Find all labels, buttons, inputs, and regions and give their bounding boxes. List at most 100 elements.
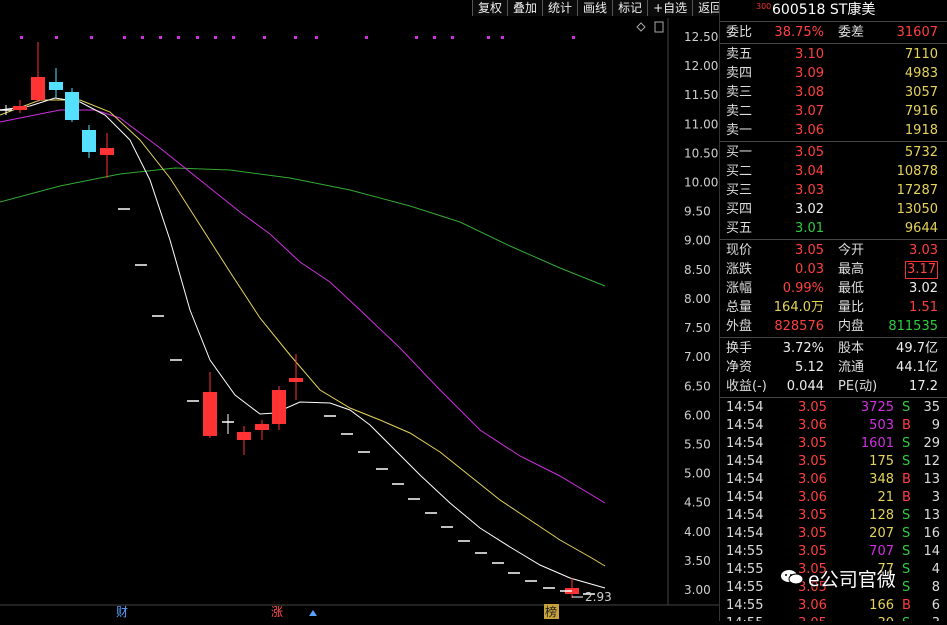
top-dot-marker [141,36,144,39]
toolbar-tongji-button[interactable]: 统计 [542,0,578,16]
y-tick-label: 9.00 [684,234,711,248]
bid-price: 3.01 [795,221,824,236]
y-tick-label: 5.00 [684,467,711,481]
bid-price: 3.02 [795,202,824,217]
quote-value: 3.03 [909,243,938,258]
ask-volume: 4983 [904,66,938,81]
tick-time: 14:55 [726,615,763,621]
toolbar-diejia-button[interactable]: 叠加 [507,0,543,16]
fundamental-label: 换手 [726,341,753,356]
tick-price: 3.05 [798,544,827,559]
fundamental-value: 49.7亿 [896,341,938,356]
top-dot-marker [294,36,297,39]
tick-volume: 3725 [860,400,894,415]
tick-time: 14:55 [726,580,764,595]
fundamental-value: 5.12 [795,360,824,375]
tick-count: 29 [923,436,940,451]
top-dot-marker [451,36,454,39]
top-dot-marker [196,36,199,39]
y-tick-label: 10.00 [684,176,718,190]
candle-body [31,77,45,100]
tick-side: S [902,454,911,469]
code-prefix: 300 [756,2,772,11]
toolbar-fuquan-button[interactable]: 复权 [472,0,508,16]
bid-price: 3.03 [795,183,824,198]
tick-time: 14:54 [726,418,764,433]
ma20-line [0,109,606,504]
bid-volume: 17287 [896,183,938,198]
ma5-line [0,97,606,589]
fundamental-value: 3.72% [782,341,824,356]
y-tick-label: 12.50 [684,30,718,44]
bid-row: 买五 3.01 9644 [720,219,947,238]
tick-price: 3.05 [798,436,827,451]
ask-list: 卖五 3.10 7110 卖四 3.09 4983 卖三 3.08 3057 卖二 3.07 7916… [720,45,947,140]
y-tick-label: 11.00 [684,117,718,131]
bid-volume: 9644 [904,221,938,236]
tick-time: 14:54 [726,490,764,505]
tick-price: 3.05 [798,400,827,415]
tick-price: 3.06 [798,490,827,505]
event-marker-bang: 榜 [545,604,557,619]
tick-count: 3 [931,490,940,505]
fundamental-value: 17.2 [909,379,938,394]
fundamental-label: 股本 [838,341,865,356]
ask-label: 卖五 [726,47,753,62]
bid-label: 买一 [726,145,753,160]
tick-side: B [902,418,911,433]
fundamental-label: 收益(-) [726,379,767,394]
bid-label: 买四 [726,202,753,217]
top-dot-marker [55,36,58,39]
quote-value: 164.0万 [773,300,824,315]
quote-row: 涨跌 0.03 最高 3.17 [720,260,947,279]
kline-chart[interactable]: 12.50 12.00 11.50 11.00 10.50 10.00 9.50 9.00 8.… [0,0,728,621]
y-tick-label: 5.50 [684,437,711,451]
bid-row: 买四 3.02 13050 [720,200,947,219]
top-dot-marker [214,36,217,39]
ask-row: 卖四 3.09 4983 [720,64,947,83]
ask-row: 卖一 3.06 1918 [720,121,947,140]
ask-label: 卖二 [726,104,753,119]
bid-price: 3.05 [795,145,824,160]
fundamental-row: 换手 3.72% 股本 49.7亿 [720,339,947,358]
tick-price: 3.05 [798,454,827,469]
tick-side: S [902,436,911,451]
quote-value: 3.05 [795,243,824,258]
fundamental-label: 流通 [838,360,865,375]
quote-label: 外盘 [726,319,753,334]
top-dot-marker [415,36,418,39]
tick-count: 6 [931,598,940,613]
kline-chart-svg: 12.50 12.00 11.50 11.00 10.50 10.00 9.50 9.00 8.… [0,18,719,619]
quote-label: 最低 [838,281,865,296]
toolbar-huaxian-button[interactable]: 画线 [577,0,613,16]
ask-volume: 7110 [904,47,938,62]
quote-value: 811535 [888,319,938,334]
chart-toolbar: 复权 叠加 统计 画线 标记 +自选 返回 [472,0,728,16]
ask-price: 3.08 [795,85,824,100]
tick-count: 13 [923,508,940,523]
tick-price: 3.06 [798,418,827,433]
quote-row: 外盘 828576 内盘 811535 [720,317,947,336]
toolbar-zixuan-button[interactable]: +自选 [647,0,693,16]
tick-side: S [902,508,911,523]
tick-time: 14:54 [726,472,764,487]
quote-label: 涨幅 [726,281,753,296]
fundamental-label: PE(动) [838,379,878,394]
top-dot-marker [315,36,318,39]
tick-time: 14:54 [726,400,764,415]
ask-price: 3.06 [795,123,824,138]
bid-volume: 13050 [896,202,938,217]
quote-value: 3.02 [909,281,938,296]
ask-volume: 1918 [904,123,938,138]
bid-price: 3.04 [795,164,824,179]
toolbar-biaoji-button[interactable]: 标记 [612,0,648,16]
tick-count: 13 [923,472,940,487]
top-dot-marker [177,36,180,39]
quote-label: 量比 [838,300,865,315]
bid-label: 买三 [726,183,753,198]
tick-count: 14 [923,544,940,559]
trade-tick: 14:54 3.05 207 S 16 [720,525,947,543]
tick-volume: 707 [869,544,894,559]
ask-label: 卖三 [726,85,753,100]
event-marker-zhang: 涨 [271,604,283,619]
